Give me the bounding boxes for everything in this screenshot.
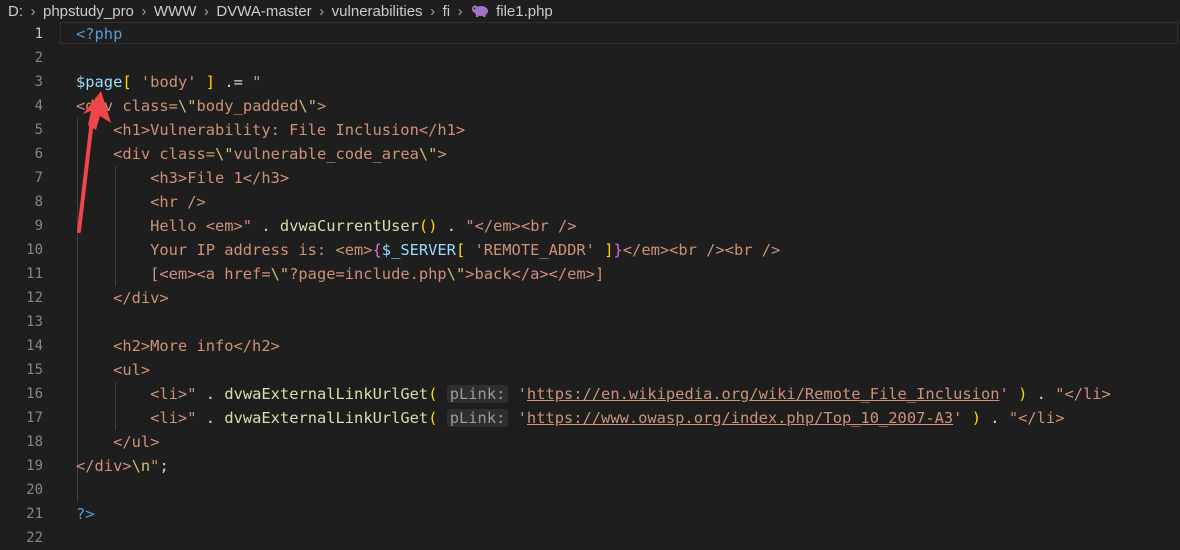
line-number: 1 [34, 26, 43, 42]
code-text: <h1>Vulnerability: File Inclusion</h1> [76, 121, 466, 139]
chevron-right-icon: › [141, 2, 147, 20]
code-line[interactable]: 4 <div class=\"body_padded\"> [0, 94, 1180, 118]
url-link[interactable]: https://en.wikipedia.org/wiki/Remote_Fil… [527, 385, 1000, 403]
code-line[interactable]: 13 [0, 310, 1180, 334]
line-number: 18 [26, 434, 43, 450]
line-number: 7 [34, 170, 43, 186]
url-link[interactable]: https://www.owasp.org/index.php/Top_10_2… [527, 409, 953, 427]
line-number: 8 [34, 194, 43, 210]
chevron-right-icon: › [203, 2, 209, 20]
breadcrumb-drive[interactable]: D: [8, 3, 23, 20]
line-number: 11 [26, 266, 43, 282]
code-text: [<em><a href=\"?page=include.php\">back<… [76, 265, 605, 283]
code-text: Your IP address is: <em>{$_SERVER[ 'REMO… [76, 241, 781, 259]
code-line[interactable]: 2 [0, 46, 1180, 70]
line-number: 20 [26, 482, 43, 498]
code-line[interactable]: 3 $page[ 'body' ] .= " [0, 70, 1180, 94]
code-text: </ul> [76, 433, 160, 451]
chevron-right-icon: › [457, 2, 463, 20]
breadcrumb-folder-fi[interactable]: fi [443, 3, 451, 20]
line-number: 10 [26, 242, 43, 258]
code-line[interactable]: 14 <h2>More info</h2> [0, 334, 1180, 358]
php-file-icon [471, 4, 489, 18]
code-line[interactable]: 6 <div class=\"vulnerable_code_area\"> [0, 142, 1180, 166]
code-editor[interactable]: 1 <?php 2 3 $page[ 'body' ] .= " 4 <div class=… [0, 22, 1180, 546]
breadcrumb-folder-dvwa[interactable]: DVWA-master [216, 3, 311, 20]
line-number: 15 [26, 362, 43, 378]
code-text: </div>\n"; [76, 457, 169, 475]
breadcrumb-file[interactable]: file1.php [496, 3, 553, 20]
code-text: <h3>File 1</h3> [76, 169, 290, 187]
parameter-hint: pLink: [446, 409, 509, 427]
line-number: 21 [26, 506, 43, 522]
code-line[interactable]: 11 [<em><a href=\"?page=include.php\">ba… [0, 262, 1180, 286]
current-line-highlight [60, 22, 1178, 44]
code-line[interactable]: 21 ?> [0, 502, 1180, 526]
code-line[interactable]: 5 <h1>Vulnerability: File Inclusion</h1> [0, 118, 1180, 142]
breadcrumb: D: › phpstudy_pro › WWW › DVWA-master › … [0, 0, 1180, 22]
chevron-right-icon: › [30, 2, 36, 20]
line-number: 16 [26, 386, 43, 402]
line-number: 6 [34, 146, 43, 162]
code-text: <li>" . dvwaExternalLinkUrlGet( pLink: '… [76, 385, 1111, 403]
chevron-right-icon: › [319, 2, 325, 20]
line-number: 12 [26, 290, 43, 306]
line-number: 5 [34, 122, 43, 138]
line-number: 17 [26, 410, 43, 426]
line-number: 14 [26, 338, 43, 354]
code-text: <h2>More info</h2> [76, 337, 280, 355]
line-number: 13 [26, 314, 43, 330]
code-line[interactable]: 15 <ul> [0, 358, 1180, 382]
code-line[interactable]: 17 <li>" . dvwaExternalLinkUrlGet( pLink… [0, 406, 1180, 430]
code-text: <div class=\"body_padded\"> [76, 97, 327, 115]
code-text: <div class=\"vulnerable_code_area\"> [76, 145, 447, 163]
line-number: 4 [34, 98, 43, 114]
code-line[interactable]: 8 <hr /> [0, 190, 1180, 214]
parameter-hint: pLink: [446, 385, 509, 403]
line-number: 9 [34, 218, 43, 234]
code-line[interactable]: 20 [0, 478, 1180, 502]
code-text: <li>" . dvwaExternalLinkUrlGet( pLink: '… [76, 409, 1065, 427]
breadcrumb-folder-www[interactable]: WWW [154, 3, 196, 20]
breadcrumb-folder-phpstudy[interactable]: phpstudy_pro [43, 3, 134, 20]
code-line[interactable]: 22 [0, 526, 1180, 550]
code-line[interactable]: 7 <h3>File 1</h3> [0, 166, 1180, 190]
code-line[interactable]: 9 Hello <em>" . dvwaCurrentUser() . "</e… [0, 214, 1180, 238]
chevron-right-icon: › [430, 2, 436, 20]
line-number: 22 [26, 530, 43, 546]
code-line[interactable]: 10 Your IP address is: <em>{$_SERVER[ 'R… [0, 238, 1180, 262]
code-text: ?> [76, 505, 95, 523]
line-number: 3 [34, 74, 43, 90]
code-text: <?php [76, 25, 123, 43]
code-text: Hello <em>" . dvwaCurrentUser() . "</em>… [76, 217, 577, 235]
code-text: </div> [76, 289, 169, 307]
line-number: 2 [34, 50, 43, 66]
code-line[interactable]: 18 </ul> [0, 430, 1180, 454]
code-line[interactable]: 19 </div>\n"; [0, 454, 1180, 478]
line-number: 19 [26, 458, 43, 474]
code-line[interactable]: 16 <li>" . dvwaExternalLinkUrlGet( pLink… [0, 382, 1180, 406]
code-text: <ul> [76, 361, 151, 379]
code-text: <hr /> [76, 193, 206, 211]
breadcrumb-folder-vulnerabilities[interactable]: vulnerabilities [332, 3, 423, 20]
code-text: $page[ 'body' ] .= " [76, 73, 262, 91]
code-line[interactable]: 12 </div> [0, 286, 1180, 310]
code-line[interactable]: 1 <?php [0, 22, 1180, 46]
